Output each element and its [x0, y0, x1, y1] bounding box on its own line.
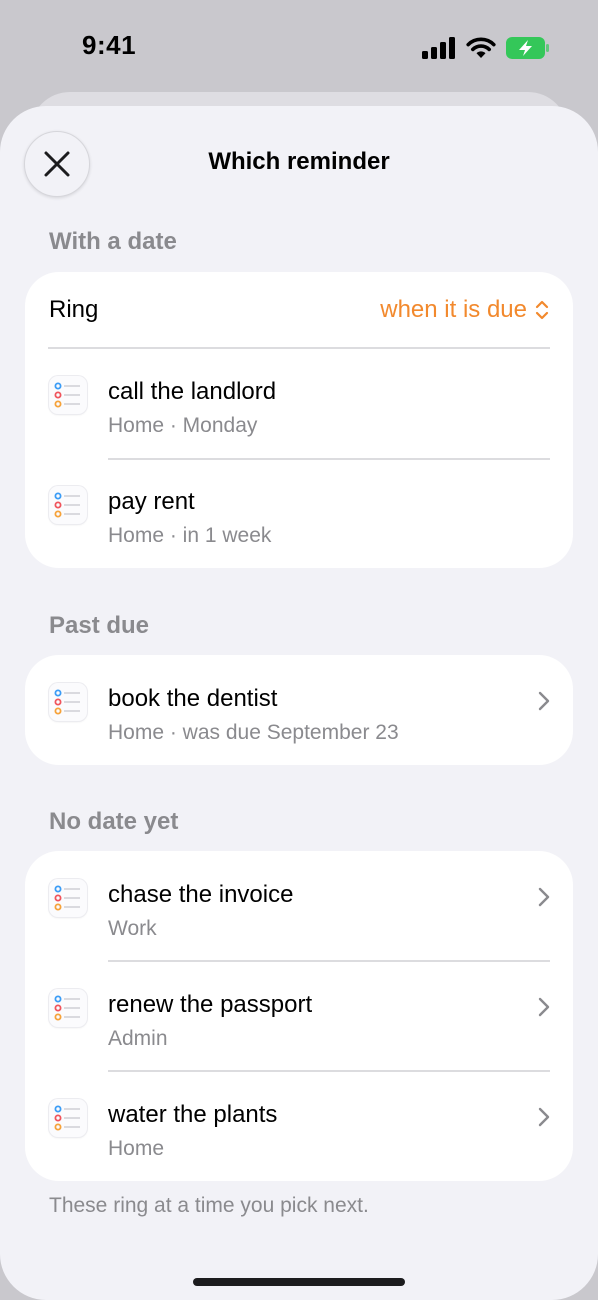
chevron-right-icon — [538, 691, 550, 711]
reminder-subtitle: Home · Monday — [108, 414, 258, 437]
reminder-subtitle: Work — [108, 917, 157, 940]
section-header-no-date: No date yet — [49, 808, 179, 835]
footer-note: These ring at a time you pick next. — [49, 1194, 369, 1217]
chevron-up-down-icon — [535, 300, 549, 320]
list-item[interactable]: pay rent Home · in 1 week — [25, 458, 573, 568]
section-header-past-due: Past due — [49, 612, 150, 639]
list-item[interactable]: call the landlord Home · Monday — [25, 348, 573, 458]
status-bar: 9:41 — [0, 0, 598, 96]
with-date-group: Ring when it is due call the landlord Ho… — [25, 272, 573, 568]
ring-setting-row[interactable]: Ring when it is due — [25, 272, 573, 348]
cellular-signal-icon — [422, 37, 455, 59]
reminders-list-icon — [49, 376, 87, 414]
status-time: 9:41 — [82, 30, 137, 60]
chevron-right-icon — [538, 1107, 550, 1127]
list-item[interactable]: renew the passport Admin — [25, 961, 573, 1071]
reminder-title: water the plants — [108, 1101, 278, 1128]
reminders-list-icon — [49, 879, 87, 917]
reminder-title: pay rent — [108, 488, 195, 515]
reminder-title: chase the invoice — [108, 881, 294, 908]
chevron-right-icon — [538, 997, 550, 1017]
reminder-title: call the landlord — [108, 378, 277, 405]
list-item[interactable]: book the dentist Home · was due Septembe… — [25, 655, 573, 765]
status-icons — [422, 36, 550, 60]
no-date-group: chase the invoice Work renew the passpor… — [25, 851, 573, 1181]
reminder-subtitle: Admin — [108, 1027, 168, 1050]
reminder-picker-sheet: Which reminder With a date Ring when it … — [0, 106, 598, 1300]
list-item[interactable]: chase the invoice Work — [25, 851, 573, 961]
ring-value-selector[interactable]: when it is due — [380, 296, 549, 324]
chevron-right-icon — [538, 887, 550, 907]
sheet-title: Which reminder — [208, 148, 390, 175]
reminders-list-icon — [49, 1099, 87, 1137]
reminders-list-icon — [49, 683, 87, 721]
past-due-group: book the dentist Home · was due Septembe… — [25, 655, 573, 765]
reminders-list-icon — [49, 486, 87, 524]
home-indicator[interactable] — [193, 1278, 405, 1286]
ring-value: when it is due — [380, 296, 527, 323]
reminder-subtitle: Home · was due September 23 — [108, 721, 399, 744]
reminder-subtitle: Home · in 1 week — [108, 524, 272, 547]
battery-charging-icon — [506, 37, 549, 59]
reminder-title: book the dentist — [108, 685, 278, 712]
wifi-icon — [466, 37, 496, 58]
reminder-subtitle: Home — [108, 1137, 165, 1160]
section-header-with-date: With a date — [49, 228, 177, 255]
ring-label: Ring — [49, 296, 99, 323]
list-item[interactable]: water the plants Home — [25, 1071, 573, 1181]
reminder-title: renew the passport — [108, 991, 313, 1018]
reminders-list-icon — [49, 989, 87, 1027]
